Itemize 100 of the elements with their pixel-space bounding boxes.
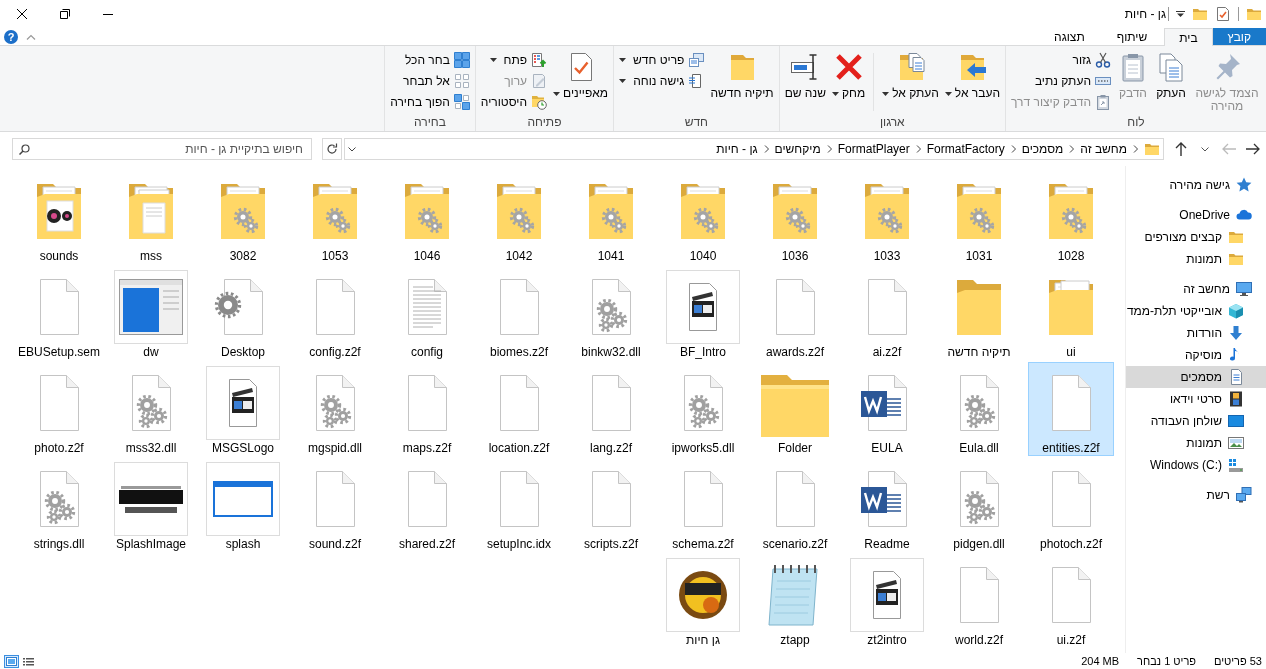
file-item[interactable]: biomes.z2f xyxy=(476,266,562,360)
file-item[interactable]: sounds xyxy=(16,170,102,264)
nav-item[interactable]: הורדות xyxy=(1126,322,1266,344)
file-item[interactable]: dw xyxy=(108,266,194,360)
dropdown-icon[interactable] xyxy=(348,146,356,152)
nav-item[interactable]: מוסיקה xyxy=(1126,344,1266,366)
file-item[interactable]: 1041 xyxy=(568,170,654,264)
file-item[interactable]: תיקיה חדשה xyxy=(936,266,1022,360)
file-item[interactable]: 1033 xyxy=(844,170,930,264)
ribbon-tab[interactable]: בית xyxy=(1164,28,1213,46)
ribbon-button[interactable]: פריט חדש xyxy=(617,49,707,70)
file-item[interactable]: photoch.z2f xyxy=(1028,458,1114,552)
ribbon-tab[interactable]: קובץ xyxy=(1212,28,1266,45)
nav-item[interactable]: שולחן העבודה xyxy=(1126,410,1266,432)
nav-item[interactable]: מחשב זה xyxy=(1126,278,1266,300)
file-item[interactable]: mss xyxy=(108,170,194,264)
nav-item[interactable]: תמונות xyxy=(1126,248,1266,270)
help-button[interactable]: ? xyxy=(4,29,18,44)
search-field[interactable]: חיפוש בתיקיית גן - חיות xyxy=(12,138,312,160)
breadcrumb[interactable]: FormatFactory xyxy=(926,142,1005,156)
file-item[interactable]: 1036 xyxy=(752,170,838,264)
file-item[interactable]: splash xyxy=(200,458,286,552)
file-item[interactable]: 1053 xyxy=(292,170,378,264)
file-item[interactable]: 3082 xyxy=(200,170,286,264)
file-item[interactable]: 1046 xyxy=(384,170,470,264)
breadcrumb[interactable]: מחשב זה xyxy=(1080,142,1127,156)
ribbon-button[interactable]: אל תבחר xyxy=(388,70,472,91)
file-item[interactable]: setupInc.idx xyxy=(476,458,562,552)
file-item[interactable]: Folder xyxy=(752,362,838,456)
ribbon-button[interactable]: העתק נתיב xyxy=(1009,70,1113,91)
ribbon-button[interactable]: תיקיה חדשה xyxy=(708,49,776,102)
ribbon-button[interactable]: העתק אל xyxy=(880,49,941,102)
file-item[interactable]: ztapp xyxy=(752,554,838,648)
file-item[interactable]: ipworks5.dll xyxy=(660,362,746,456)
file-item[interactable]: 1042 xyxy=(476,170,562,264)
ribbon-button[interactable]: מחק xyxy=(829,49,868,102)
ribbon-button[interactable]: פתח xyxy=(478,49,550,70)
breadcrumb[interactable]: מיקחשים xyxy=(774,142,821,156)
file-item[interactable]: EBUSetup.sem xyxy=(16,266,102,360)
file-item[interactable]: config xyxy=(384,266,470,360)
file-item[interactable]: sound.z2f xyxy=(292,458,378,552)
file-item[interactable]: zt2intro xyxy=(844,554,930,648)
properties-icon[interactable] xyxy=(1215,6,1231,22)
nav-item[interactable]: גישה מהירה xyxy=(1126,174,1266,196)
file-item[interactable]: גן חיות xyxy=(660,554,746,648)
ribbon-button[interactable]: העבר אל xyxy=(942,49,1003,102)
file-item[interactable]: 1028 xyxy=(1028,170,1114,264)
file-item[interactable]: BF_Intro xyxy=(660,266,746,360)
nav-item[interactable]: סרטי וידאו xyxy=(1126,388,1266,410)
refresh-button[interactable] xyxy=(322,138,342,160)
ribbon-button[interactable]: בחר הכל xyxy=(388,49,472,70)
file-item[interactable]: pidgen.dll xyxy=(936,458,1022,552)
ribbon-button[interactable]: העתק xyxy=(1153,49,1189,102)
ribbon-button[interactable]: גזור xyxy=(1009,49,1113,70)
ribbon-button[interactable]: הפוך בחירה xyxy=(388,91,472,112)
file-item[interactable]: binkw32.dll xyxy=(568,266,654,360)
file-item[interactable]: mss32.dll xyxy=(108,362,194,456)
file-item[interactable]: scenario.z2f xyxy=(752,458,838,552)
view-button[interactable] xyxy=(4,654,19,668)
file-item[interactable]: maps.z2f xyxy=(384,362,470,456)
file-item[interactable]: Desktop xyxy=(200,266,286,360)
file-item[interactable]: ai.z2f xyxy=(844,266,930,360)
ribbon-button[interactable]: גישה נוחה xyxy=(617,70,707,91)
nav-item[interactable]: OneDrive xyxy=(1126,204,1266,226)
nav-item[interactable]: Windows (C:) xyxy=(1126,454,1266,476)
file-item[interactable]: 1031 xyxy=(936,170,1022,264)
file-item[interactable]: Readme xyxy=(844,458,930,552)
nav-item[interactable]: תמונות xyxy=(1126,432,1266,454)
file-item[interactable]: location.z2f xyxy=(476,362,562,456)
file-item[interactable]: scripts.z2f xyxy=(568,458,654,552)
file-item[interactable]: schema.z2f xyxy=(660,458,746,552)
file-item[interactable]: world.z2f xyxy=(936,554,1022,648)
file-item[interactable]: SplashImage xyxy=(108,458,194,552)
file-item[interactable]: ui xyxy=(1028,266,1114,360)
file-item[interactable]: ui.z2f xyxy=(1028,554,1114,648)
customize-caret-icon[interactable] xyxy=(1176,11,1185,17)
file-item[interactable]: shared.z2f xyxy=(384,458,470,552)
file-item[interactable]: MSGSLogo xyxy=(200,362,286,456)
file-item[interactable]: strings.dll xyxy=(16,458,102,552)
collapse-ribbon-icon[interactable] xyxy=(26,33,36,40)
breadcrumb[interactable]: מסמכים xyxy=(1021,142,1064,156)
file-item[interactable]: entities.z2f xyxy=(1028,362,1114,456)
breadcrumb[interactable]: גן - חיות xyxy=(716,142,758,156)
file-item[interactable]: config.z2f xyxy=(292,266,378,360)
file-item[interactable]: mgspid.dll xyxy=(292,362,378,456)
file-item[interactable]: EULA xyxy=(844,362,930,456)
nav-item[interactable]: רשת xyxy=(1126,484,1266,506)
ribbon-button[interactable]: מאפיינים xyxy=(551,49,611,102)
nav-item[interactable]: אובייקטי תלת-ממד xyxy=(1126,300,1266,322)
file-item[interactable]: photo.z2f xyxy=(16,362,102,456)
ribbon-tab[interactable]: תצוגה xyxy=(1039,28,1100,45)
ribbon-button[interactable]: שנה שם xyxy=(782,49,828,102)
ribbon-button[interactable]: היסטוריה xyxy=(478,91,550,112)
file-item[interactable]: 1040 xyxy=(660,170,746,264)
ribbon-tab[interactable]: שיתוף xyxy=(1101,28,1163,45)
file-item[interactable]: lang.z2f xyxy=(568,362,654,456)
breadcrumb[interactable]: FormatPlayer xyxy=(837,142,910,156)
nav-item[interactable]: מסמכים xyxy=(1126,366,1266,388)
file-item[interactable]: Eula.dll xyxy=(936,362,1022,456)
nav-item[interactable]: קבצים מצורפים xyxy=(1126,226,1266,248)
